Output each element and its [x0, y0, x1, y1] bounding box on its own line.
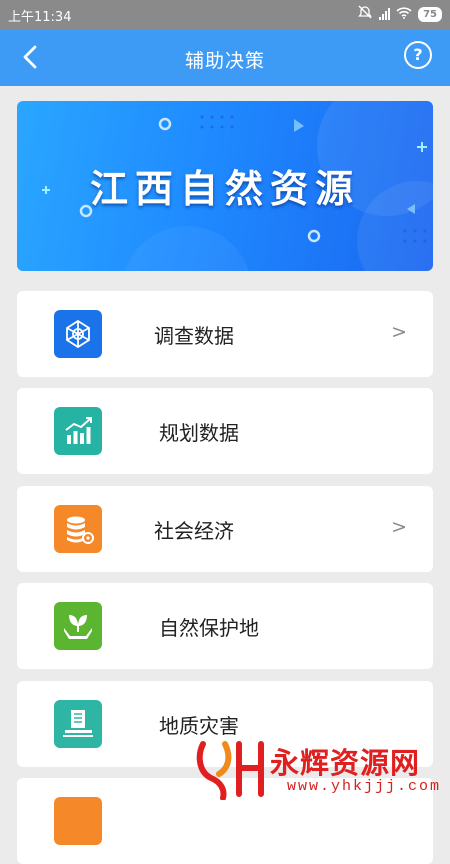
banner: 江西自然资源 [17, 101, 433, 271]
status-bar: 上午11:34 75 [0, 0, 450, 30]
battery-icon: 75 [418, 6, 442, 22]
menu-item-social-economy[interactable]: 社会经济 > [17, 486, 433, 572]
wifi-icon [396, 6, 412, 23]
alarm-muted-icon [357, 5, 373, 23]
menu-item-nature-reserve[interactable]: 自然保护地 [17, 583, 433, 669]
menu-item-survey-data[interactable]: 调查数据 > [17, 291, 433, 377]
banner-title: 江西自然资源 [89, 167, 360, 211]
watermark: 永辉资源网 www.yhkjjj.com [195, 738, 450, 800]
page-title: 辅助决策 [184, 50, 265, 72]
bar-chart-trend-icon [54, 407, 102, 455]
menu-item-label: 调查数据 [154, 324, 234, 348]
menu-item-label: 地质灾害 [159, 714, 239, 738]
help-button[interactable]: ? [404, 41, 432, 69]
network-globe-icon [54, 310, 102, 358]
menu-item-icon [54, 797, 102, 845]
survey-building-icon [54, 700, 102, 748]
chevron-right-icon: > [391, 516, 407, 538]
status-time: 上午11:34 [8, 10, 72, 25]
status-icons: 75 [357, 5, 442, 23]
menu-item-planning-data[interactable]: 规划数据 [17, 388, 433, 474]
menu-item-label: 规划数据 [159, 421, 239, 445]
menu-item-label: 自然保护地 [159, 616, 259, 640]
database-gear-icon [54, 505, 102, 553]
chevron-right-icon: > [391, 321, 407, 343]
menu-item-label: 社会经济 [154, 519, 234, 543]
plant-hands-icon [54, 602, 102, 650]
watermark-url: www.yhkjjj.com [287, 778, 442, 795]
title-bar: 辅助决策 ? [0, 30, 450, 86]
watermark-text: 永辉资源网 [270, 746, 421, 780]
signal-icon [379, 8, 391, 20]
watermark-logo [196, 741, 264, 800]
